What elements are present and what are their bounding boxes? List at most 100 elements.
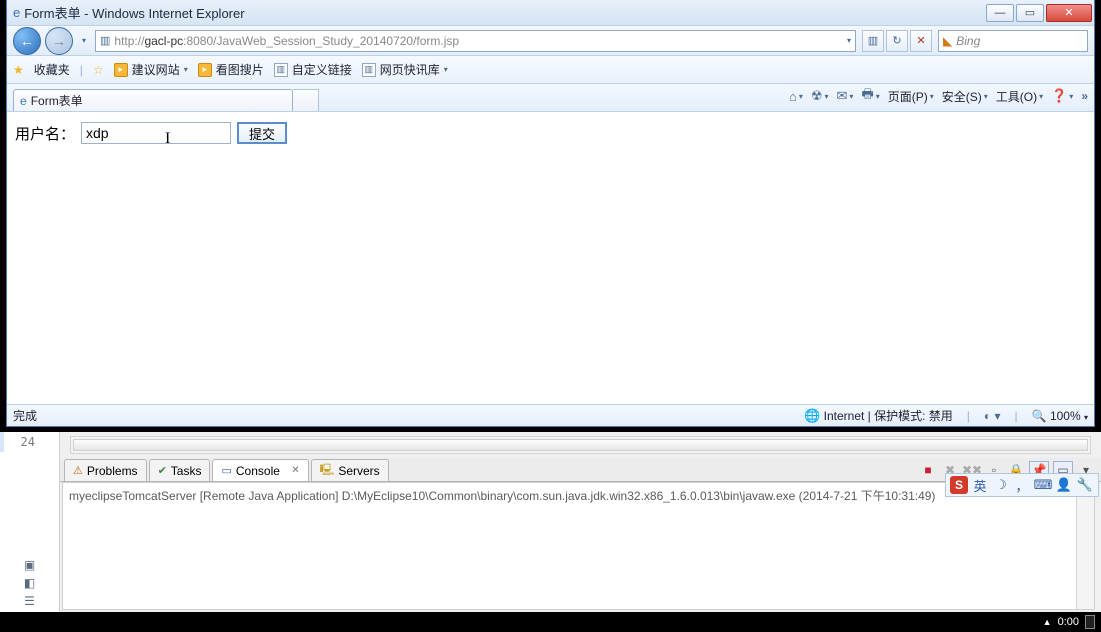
window-title: Form表单 - Windows Internet Explorer [24,3,244,22]
favorites-bar: ★ 收藏夹 | ☆ ▸ 建议网站 ▾ ▸ 看图搜片 ▥ 自定义链接 ▥ 网页快讯… [7,56,1094,84]
ime-user-icon[interactable]: 👤 [1055,476,1073,494]
search-input[interactable]: ◣ Bing [938,30,1088,52]
tab-label: Console [236,464,280,478]
search-engine-label: Bing [956,34,980,48]
print-icon: 🖶 [861,85,873,107]
print-button[interactable]: 🖶▾ [861,85,879,107]
command-bar: ⌂▾ ☢▾ ✉▾ 🖶▾ 页面(P)▾ 安全(S)▾ 工具(O)▾ ❓▾ » [789,85,1088,111]
editor-h-scrollbar[interactable] [70,436,1091,454]
tab-label: Problems [87,464,138,478]
ime-toolbar[interactable]: S 英 ☽ ， ⌨ 👤 🔧 [945,473,1099,497]
zoom-control[interactable]: 🔍 100% ▾ [1032,409,1088,423]
tab-command-row: e Form表单 ⌂▾ ☢▾ ✉▾ 🖶▾ 页面(P)▾ 安全(S)▾ 工具(O)… [7,84,1094,112]
username-label: 用户名： [15,123,75,144]
maximize-button[interactable]: ▭ [1016,4,1044,22]
tab-tasks[interactable]: ✔Tasks [149,459,211,481]
compat-view-button[interactable]: ▥ [862,30,884,52]
forward-button[interactable]: → [45,27,73,55]
help-button[interactable]: ❓▾ [1051,88,1073,104]
mail-button[interactable]: ✉▾ [837,88,854,104]
outline-icon[interactable]: ☰ [24,594,35,608]
url-port: :8080 [183,34,213,48]
taskbar: ▲ 0:00 [0,612,1101,632]
page-icon: ▥ [100,34,110,47]
tab-servers[interactable]: 🖳Servers [311,459,389,481]
fav-link-custom[interactable]: ▥ 自定义链接 [274,61,352,78]
console-v-scrollbar[interactable] [1076,483,1094,609]
address-buttons: ▥ ↻ ✕ [860,30,934,52]
address-bar-row: ← → ▾ ▥ http:// gacl-pc :8080 /JavaWeb_S… [7,26,1094,56]
servers-icon: 🖳 [320,461,335,480]
nav-history-dropdown[interactable]: ▾ [77,31,91,51]
tab-label: Tasks [171,464,202,478]
zoom-level: 100% [1050,409,1081,423]
fav-link-label: 看图搜片 [216,61,264,78]
console-icon: ▭ [221,464,231,477]
ide-area: 24 ▣ ◧ ☰ ⚠Problems ✔Tasks ▭ Console ✕ 🖳Se… [0,432,1101,612]
favorites-label[interactable]: 收藏夹 [34,61,70,78]
add-favorite-icon[interactable]: ☆ [93,63,104,77]
ime-keyboard-icon[interactable]: ⌨ [1034,476,1052,494]
refresh-button[interactable]: ↻ [886,30,908,52]
ime-lang[interactable]: 英 [971,476,989,494]
console-line: myeclipseTomcatServer [Remote Java Appli… [69,489,935,503]
protected-mode-button[interactable]: ◐ ▾ [984,409,1001,423]
mail-icon: ✉ [837,88,848,104]
tab-label: Servers [338,464,379,478]
favorites-star-icon[interactable]: ★ [13,63,24,77]
status-bar: 完成 🌐 Internet | 保护模式: 禁用 | ◐ ▾ | 🔍 100% … [7,404,1094,426]
menu-label: 安全(S) [942,88,982,105]
show-desktop-button[interactable] [1085,615,1095,629]
bookmark-icon[interactable]: ◧ [24,576,35,590]
fav-link-suggested[interactable]: ▸ 建议网站 ▾ [114,61,188,78]
close-button[interactable]: ✕ [1046,4,1092,22]
back-button[interactable]: ← [13,27,41,55]
ime-punct-icon[interactable]: ， [1013,476,1031,494]
new-tab-button[interactable] [293,89,319,111]
ie-icon: e [20,94,27,108]
site-icon: ▸ [114,63,128,77]
fav-link-label: 建议网站 [132,61,180,78]
text-cursor-icon: I [165,130,170,148]
expand-button[interactable]: » [1081,89,1088,103]
rss-icon: ☢ [811,88,823,104]
url-dropdown-icon[interactable]: ▾ [847,36,851,45]
console-output[interactable]: myeclipseTomcatServer [Remote Java Appli… [62,482,1095,610]
safety-menu[interactable]: 安全(S)▾ [942,88,988,105]
home-button[interactable]: ⌂▾ [789,89,803,104]
chevron-down-icon: ▾ [184,65,188,74]
ime-brand-icon: S [950,476,968,494]
close-tab-icon[interactable]: ✕ [291,465,299,476]
fav-link-label: 自定义链接 [292,61,352,78]
tab-problems[interactable]: ⚠Problems [64,459,147,481]
tab-console[interactable]: ▭ Console ✕ [212,459,308,481]
feeds-button[interactable]: ☢▾ [811,88,829,104]
username-input[interactable] [81,122,231,144]
tab-title: Form表单 [31,92,83,109]
fav-link-image-search[interactable]: ▸ 看图搜片 [198,61,264,78]
help-icon: ❓ [1051,88,1067,104]
stop-button[interactable]: ✕ [910,30,932,52]
fav-link-label: 网页快讯库 [380,61,440,78]
chevron-down-icon: ▾ [444,65,448,74]
status-text: 完成 [13,407,37,424]
bing-icon: ◣ [943,34,952,48]
tray-expand-icon[interactable]: ▲ [1043,617,1052,627]
collapse-icon[interactable]: ▣ [24,558,35,572]
terminate-button[interactable]: ■ [919,461,937,479]
page-menu[interactable]: 页面(P)▾ [888,88,934,105]
editor-gutter: 24 ▣ ◧ ☰ [0,432,60,612]
address-input[interactable]: ▥ http:// gacl-pc :8080 /JavaWeb_Session… [95,30,856,52]
clock: 0:00 [1058,616,1079,628]
ime-settings-icon[interactable]: 🔧 [1076,476,1094,494]
tab-form[interactable]: e Form表单 [13,89,293,111]
ide-main: ⚠Problems ✔Tasks ▭Console ✕ 🖳Servers ■ ✖… [60,432,1101,612]
fav-link-webslice[interactable]: ▥ 网页快讯库 ▾ [362,61,448,78]
window-controls: — ▭ ✕ [986,4,1092,22]
tools-menu[interactable]: 工具(O)▾ [996,88,1043,105]
submit-button[interactable]: 提交 [237,122,287,144]
url-scheme: http:// [114,34,144,48]
minimize-button[interactable]: — [986,4,1014,22]
ime-moon-icon[interactable]: ☽ [992,476,1010,494]
ie-window: e Form表单 - Windows Internet Explorer — ▭… [6,0,1095,427]
